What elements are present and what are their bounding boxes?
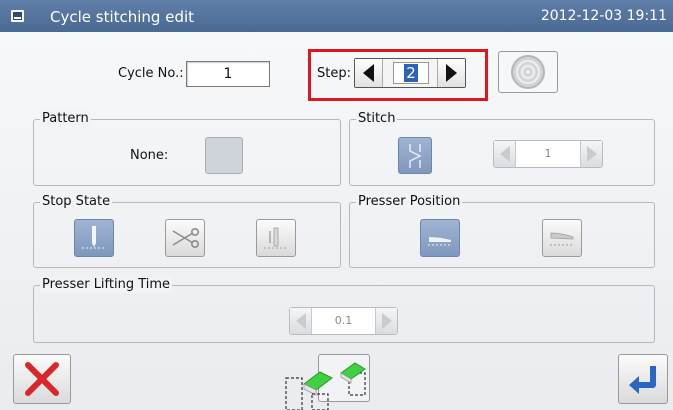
step-value-field[interactable]: 2 [393,62,429,84]
cycle-no-label: Cycle No.: [118,66,184,81]
zigzag-stitch-icon [409,143,422,168]
pattern-none-label: None: [130,148,169,163]
lifting-time-spinner: 0.1 [289,307,398,335]
step-stepper: 2 [354,58,466,88]
presser-position-group: Presser Position [349,194,655,268]
pattern-group: Pattern [33,111,341,186]
arrow-left-icon [363,64,374,82]
step-next-button[interactable] [437,59,465,87]
presser-position-group-title: Presser Position [356,194,463,210]
stitch-type-button[interactable] [398,137,432,174]
confirm-button[interactable] [618,354,668,404]
stop-needle-up-button[interactable] [74,219,114,257]
window-title: Cycle stitching edit [50,8,195,26]
enter-icon [629,366,656,394]
title-bar: Cycle stitching edit 2012-12-03 19:11 [0,0,673,32]
stitch-spinner: 1 [493,140,603,168]
presser-lifting-time-title: Presser Lifting Time [40,277,173,293]
stitch-next-button[interactable] [580,141,602,167]
lifting-time-value: 0.1 [312,308,375,334]
stitch-value: 1 [516,141,580,167]
arrow-left-icon [295,313,306,329]
eraser-dragged-icon [285,371,333,410]
stitch-group-title: Stitch [356,111,398,127]
step-label: Step: [317,66,351,81]
lifting-time-next-button[interactable] [375,308,397,334]
arrow-right-icon [586,146,597,162]
concentric-circles-icon [511,55,545,89]
presser-down-button[interactable] [420,219,460,257]
stop-cut-button[interactable] [165,219,205,257]
datetime: 2012-12-03 19:11 [540,8,667,24]
cancel-button[interactable] [13,354,71,404]
needle-up-icon [82,226,106,249]
lifting-time-prev-button[interactable] [290,308,312,334]
arrow-right-icon [446,64,457,82]
presser-up-button[interactable] [542,219,582,257]
scissors-icon [172,228,199,248]
needle-down-icon [264,227,288,249]
step-prev-button[interactable] [355,59,383,87]
presser-up-icon [550,232,574,246]
pattern-select-button[interactable] [205,137,243,174]
arrow-right-icon [381,313,392,329]
cycle-pattern-button[interactable] [498,51,558,93]
stitch-prev-button[interactable] [494,141,516,167]
presser-down-icon [428,237,452,246]
step-value: 2 [404,64,418,82]
pattern-group-title: Pattern [40,111,91,127]
close-icon [25,362,59,396]
app-icon [11,10,24,22]
arrow-left-icon [499,146,510,162]
stop-needle-down-button[interactable] [256,219,296,257]
stop-state-group-title: Stop State [40,194,113,210]
cycle-no-field[interactable]: 1 [186,61,270,87]
